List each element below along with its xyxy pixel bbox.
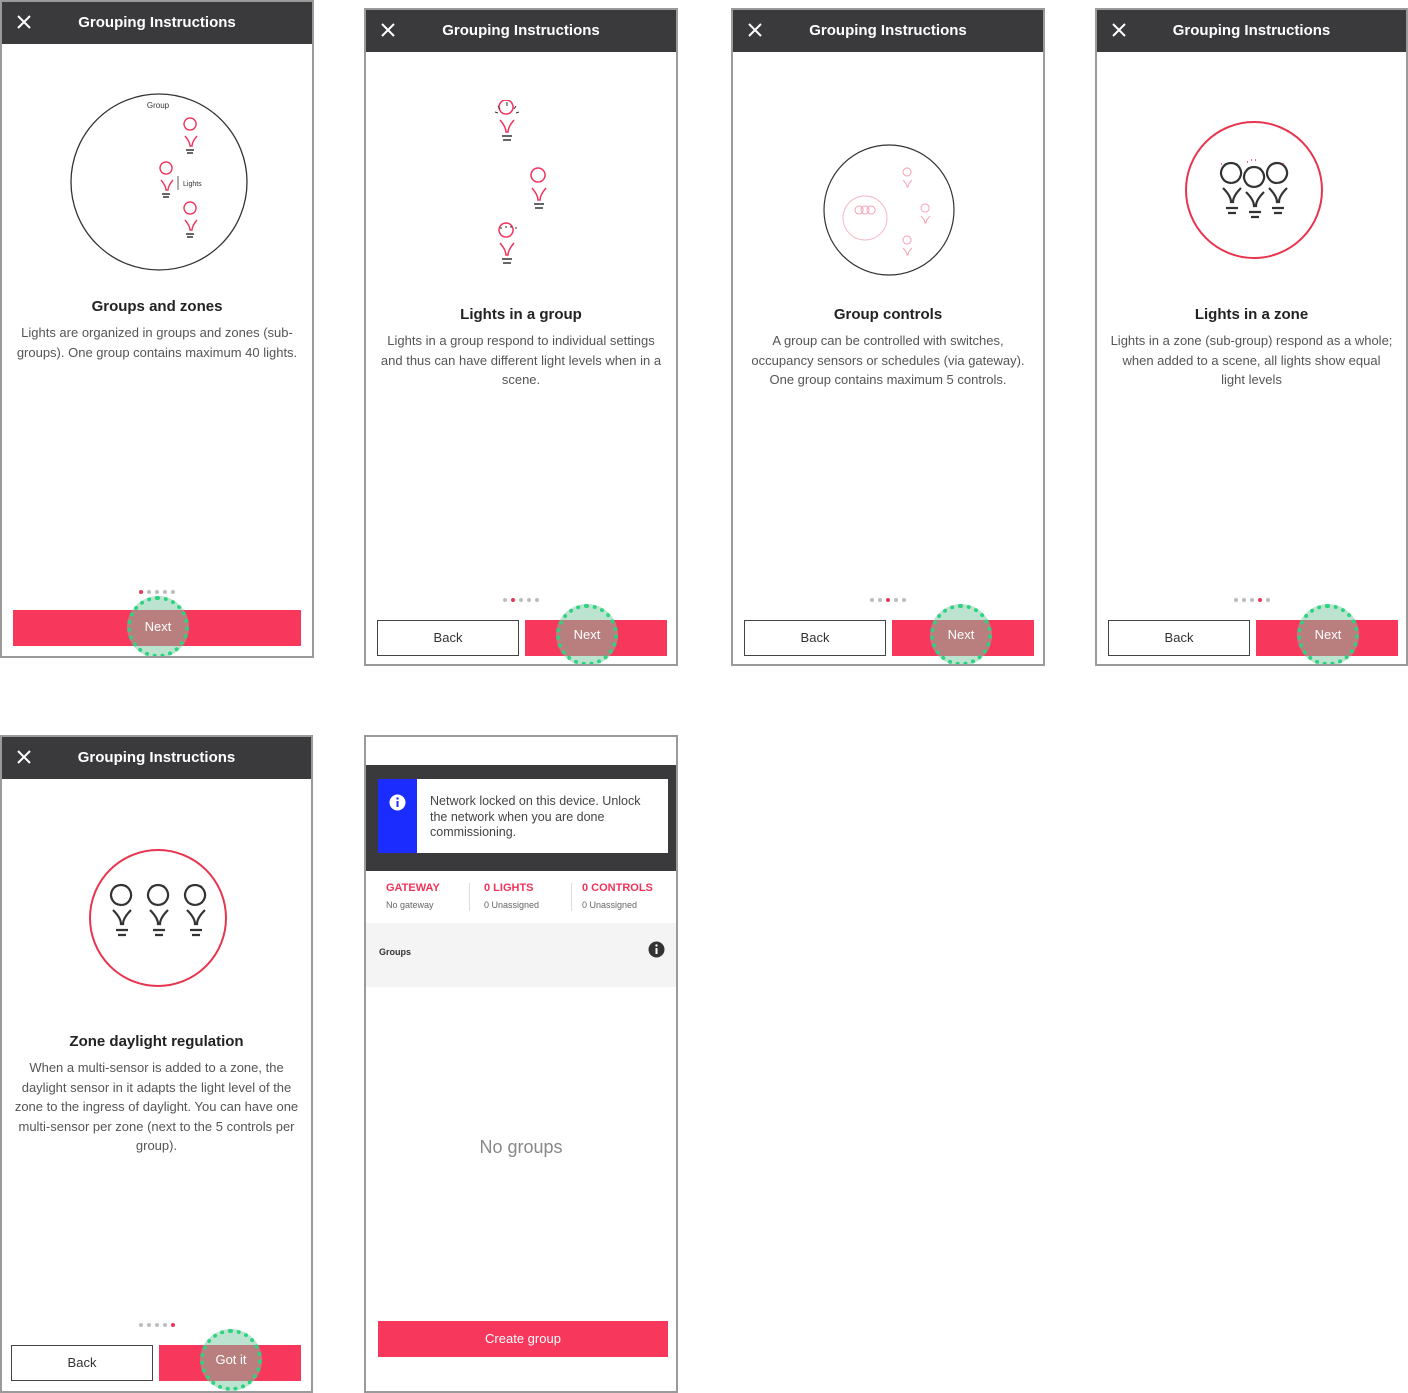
screen-groups-and-zones: Grouping Instructions Group Lights Group…: [0, 0, 314, 658]
bulb-glowing-icon: [498, 222, 517, 264]
page-heading: Group controls: [833, 306, 943, 323]
stat-sub: No gateway: [386, 900, 434, 910]
bulb-glowing-icon: [494, 100, 520, 141]
app-bar: Grouping Instructions: [366, 10, 676, 52]
app-bar: Grouping Instructions: [2, 737, 311, 779]
banner-accent: [378, 779, 417, 853]
stat-sub: 0 Unassigned: [484, 900, 540, 910]
page-description: Lights are organized in groups and zones…: [16, 325, 298, 360]
screen-lights-in-a-group: Grouping Instructions Lights in a group …: [364, 8, 678, 666]
bulb-icon: [183, 201, 198, 238]
bulb-icon: [902, 167, 913, 188]
info-icon: [389, 794, 406, 811]
bulb-icon: [854, 205, 876, 215]
bulb-icon: [530, 167, 547, 209]
back-button[interactable]: Back: [377, 620, 519, 656]
back-button[interactable]: Back: [1108, 620, 1250, 656]
screen-lights-in-a-zone: Grouping Instructions Lights in a zone L…: [1095, 8, 1408, 666]
lights-label: Lights: [183, 181, 202, 188]
app-bar: Grouping Instructions: [733, 10, 1043, 52]
controls-diagram: [823, 144, 955, 276]
tap-highlight: Next: [930, 604, 992, 664]
page-description: Lights in a zone (sub-group) respond as …: [1110, 333, 1393, 387]
group-diagram: Group Lights: [70, 93, 248, 271]
stat-title: GATEWAY: [386, 882, 440, 894]
page-heading: Lights in a group: [460, 306, 582, 323]
banner-text: Network locked on this device. Unlock th…: [430, 794, 641, 839]
page-heading: Zone daylight regulation: [69, 1033, 244, 1050]
back-button[interactable]: Back: [744, 620, 886, 656]
daylight-diagram: [89, 849, 227, 987]
stat-controls[interactable]: 0 CONTROLS 0 Unassigned: [582, 882, 674, 910]
bulb-icon: [920, 203, 931, 224]
page-indicator: [733, 598, 1043, 606]
stat-title: 0 CONTROLS: [582, 882, 653, 894]
bulb-group-icon: [1219, 161, 1289, 219]
page-heading: Lights in a zone: [1194, 306, 1309, 323]
stat-sub: 0 Unassigned: [582, 900, 638, 910]
app-bar-title: Grouping Instructions: [809, 22, 967, 39]
tap-highlight: Next: [127, 596, 189, 656]
app-bar-title: Grouping Instructions: [77, 749, 236, 766]
create-group-button[interactable]: Create group: [378, 1321, 668, 1357]
tap-highlight: Got it: [200, 1329, 262, 1391]
app-bar-title: Grouping Instructions: [78, 14, 236, 31]
page-indicator: [1097, 598, 1406, 606]
app-bar-title: Grouping Instructions: [1172, 22, 1331, 39]
page-indicator: [2, 1323, 311, 1331]
page-description: A group can be controlled with switches,…: [751, 333, 1025, 387]
group-label: Group: [147, 101, 170, 110]
info-icon[interactable]: [648, 941, 665, 958]
bulb-icon: [902, 235, 913, 256]
divider: [469, 883, 470, 911]
bulb-icon: [183, 117, 198, 154]
screen-groups-list: Network locked on this device. Unlock th…: [364, 735, 678, 1393]
app-bar-title: Grouping Instructions: [442, 22, 600, 39]
divider: [571, 883, 572, 911]
groups-label: Groups: [379, 947, 412, 957]
page-indicator: [366, 598, 676, 606]
bulb-group-icon: [109, 883, 207, 937]
zone-diagram: [1185, 121, 1323, 259]
tap-highlight: Next: [1297, 604, 1359, 664]
app-bar: Grouping Instructions: [2, 2, 312, 44]
lights-diagram: [494, 100, 547, 264]
stat-title: 0 LIGHTS: [484, 882, 534, 894]
page-description: When a multi-sensor is added to a zone, …: [14, 1060, 299, 1153]
screen-group-controls: Grouping Instructions Group controls A g…: [731, 8, 1045, 666]
page-heading: Groups and zones: [91, 298, 223, 315]
stat-lights[interactable]: 0 LIGHTS 0 Unassigned: [484, 882, 574, 910]
bulb-icon: [159, 161, 174, 198]
stat-gateway[interactable]: GATEWAY No gateway: [386, 882, 476, 910]
back-button[interactable]: Back: [11, 1345, 153, 1381]
network-locked-banner[interactable]: Network locked on this device. Unlock th…: [378, 779, 668, 853]
screen-zone-daylight-regulation: Grouping Instructions Zone daylight regu…: [0, 735, 313, 1393]
empty-state: No groups: [479, 1137, 563, 1157]
tap-highlight: Next: [556, 604, 618, 664]
groups-header: Groups: [366, 923, 676, 987]
app-bar: Grouping Instructions: [1097, 10, 1406, 52]
page-description: Lights in a group respond to individual …: [380, 333, 662, 387]
